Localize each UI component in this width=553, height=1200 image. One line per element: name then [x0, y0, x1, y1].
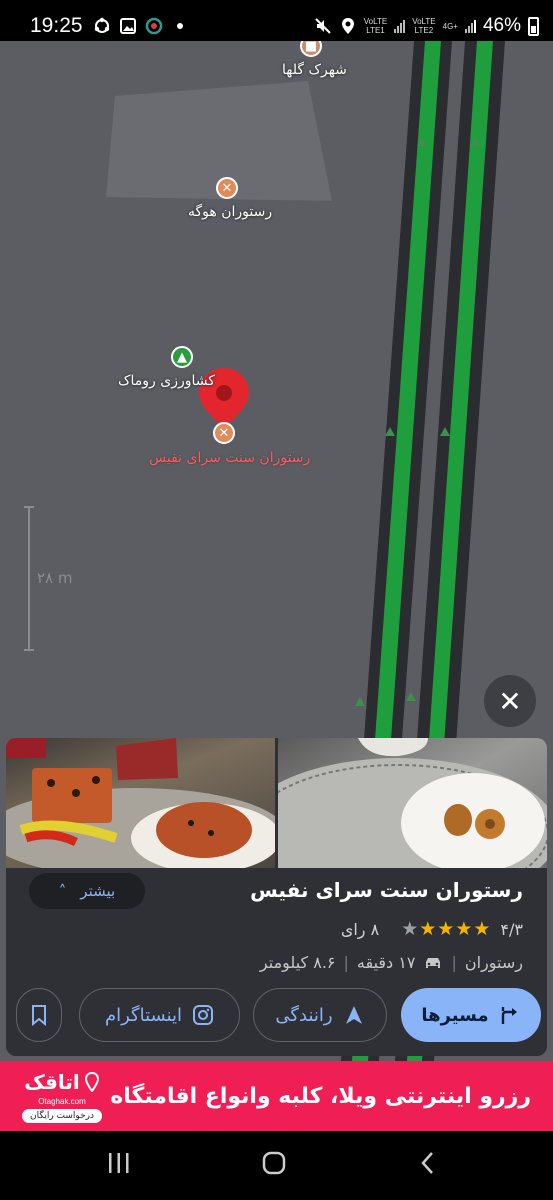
instagram-icon [193, 1005, 214, 1025]
close-icon: ✕ [498, 684, 522, 718]
sync-icon [94, 17, 109, 33]
recents-icon [109, 1153, 129, 1173]
review-count: ۸ رای [340, 919, 380, 939]
instagram-button[interactable]: اینستاگرام [79, 988, 240, 1042]
place-card[interactable]: رستوران سنت سرای نفیس ˄ بیشتر ۴/۳ ★ ★ ★ … [6, 738, 547, 1056]
close-button[interactable]: ✕ [484, 675, 536, 727]
poi-label-golha[interactable]: شهرک گلها [282, 62, 347, 78]
ad-logo[interactable]: اتاقک Otaghak.com درخواست رایگان [22, 1070, 102, 1123]
ad-banner[interactable]: اتاقک Otaghak.com درخواست رایگان رزرو ای… [0, 1061, 553, 1131]
rating-row[interactable]: ۴/۳ ★ ★ ★ ★ ★ ۸ رای [341, 918, 523, 940]
sim1-indicator: VoLTE LTE1 [363, 17, 388, 35]
network-type: 4G+ [442, 21, 458, 31]
star-full-icon: ★ [419, 918, 437, 940]
system-icons: VoLTE LTE1 VoLTE LTE2 4G+ 46% [314, 15, 539, 37]
restaurant-icon[interactable]: ✕ [213, 422, 235, 444]
restaurant-icon[interactable]: ✕ [216, 177, 238, 199]
home-button[interactable] [261, 1151, 287, 1175]
poi-label-selected[interactable]: رستوران سنت سرای نفیس [149, 450, 310, 466]
gallery-icon [119, 18, 136, 34]
navigation-arrow-icon [345, 1006, 362, 1024]
signal-2-icon [464, 19, 476, 33]
more-button[interactable]: ˄ بیشتر [29, 873, 145, 909]
more-label: بیشتر [80, 882, 116, 900]
tree-icon[interactable]: ▲ [171, 346, 193, 368]
star-rating-icon: ★ ★ ★ ★ ★ [401, 918, 490, 940]
chevron-up-icon: ˄ [58, 882, 67, 900]
battery-icon [528, 16, 539, 36]
directions-icon [501, 1007, 517, 1024]
map-scale-label: ۲۸ m [37, 569, 73, 587]
ad-url: Otaghak.com [38, 1096, 86, 1106]
category: رستوران [464, 953, 523, 972]
poi-label-roomak[interactable]: کشاورزی روماک [118, 373, 215, 389]
clock: 19:25 [30, 14, 83, 37]
place-photo[interactable] [278, 738, 547, 868]
back-icon [421, 1152, 433, 1174]
star-full-icon: ★ [437, 918, 455, 940]
notification-icons [93, 17, 189, 35]
battery-percent: 46% [482, 15, 521, 36]
food-photo-1 [6, 738, 275, 868]
ad-brand-name: اتاقک [24, 1069, 80, 1094]
star-half-icon: ★ [401, 918, 419, 940]
place-title: رستوران سنت سرای نفیس [250, 878, 523, 902]
home-icon [262, 1151, 286, 1175]
poi-label-hooge[interactable]: رستوران هوگه [188, 204, 272, 220]
directions-button[interactable]: مسیرها [401, 988, 541, 1042]
directions-label: مسیرها [421, 1004, 489, 1026]
bookmark-icon [32, 1005, 46, 1026]
drive-label: رانندگی [275, 1004, 333, 1026]
place-photo[interactable] [6, 738, 275, 868]
separator: | [451, 953, 457, 972]
app-icon [145, 17, 162, 35]
mute-icon [315, 18, 331, 34]
rating-value: ۴/۳ [500, 919, 523, 939]
distance: ۸.۶ کیلومتر [259, 953, 336, 972]
recents-button[interactable] [106, 1151, 132, 1175]
info-row: رستوران | ۱۷ دقیقه | ۸.۶ کیلومتر [260, 953, 523, 972]
ad-headline: رزرو اینترنتی ویلا، کلبه وانواع اقامتگاه [110, 1083, 531, 1109]
save-button[interactable] [16, 988, 62, 1042]
signal-1-icon [394, 19, 406, 33]
travel-time: ۱۷ دقیقه [356, 953, 416, 972]
ad-cta-button[interactable]: درخواست رایگان [22, 1108, 102, 1123]
location-icon [341, 18, 354, 34]
photo-strip[interactable] [6, 738, 547, 868]
food-photo-2 [278, 738, 547, 868]
dot-icon [176, 23, 183, 29]
location-pin-icon [84, 1071, 99, 1092]
drive-button[interactable]: رانندگی [253, 988, 387, 1042]
back-button[interactable] [418, 1151, 438, 1175]
separator: | [343, 953, 349, 972]
map-scale-bar [24, 506, 34, 651]
star-full-icon: ★ [455, 918, 473, 940]
action-buttons: مسیرها رانندگی اینستاگرام [16, 988, 541, 1042]
star-full-icon: ★ [473, 918, 491, 940]
car-icon [426, 957, 441, 968]
instagram-label: اینستاگرام [104, 1004, 183, 1026]
system-nav-bar [0, 1131, 553, 1200]
sim2-indicator: VoLTE LTE2 [412, 17, 436, 35]
